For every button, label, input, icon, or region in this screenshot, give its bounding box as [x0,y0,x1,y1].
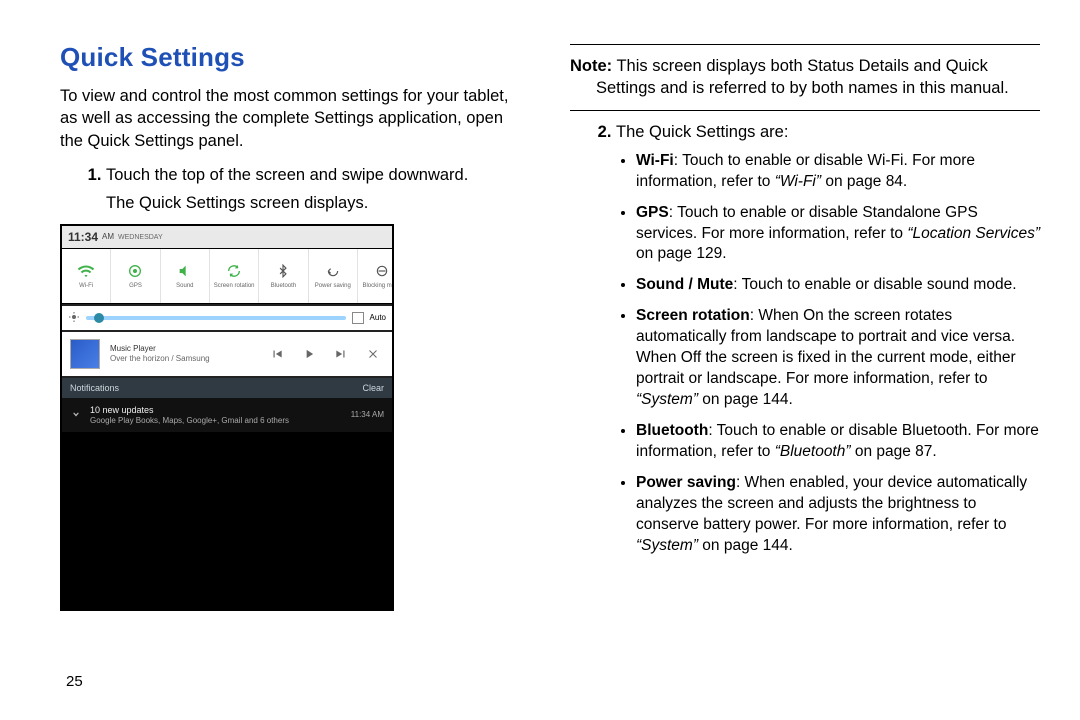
tile-blocking[interactable]: Blocking mode [358,249,394,303]
gps-icon [126,262,144,280]
bt-tail: on page 87. [851,443,937,460]
wifi-tail: on page 84. [821,173,907,190]
tile-wifi[interactable]: Wi-Fi [62,249,111,303]
tile-label: Sound [176,282,193,290]
notifications-label: Notifications [70,382,119,394]
tile-rotation[interactable]: Screen rotation [210,249,259,303]
bullet-sound: Sound / Mute: Touch to enable or disable… [636,275,1040,296]
bt-link: “Bluetooth” [775,443,851,460]
album-art [70,339,100,369]
status-bar: 11:34 AM WEDNESDAY [62,226,392,248]
tile-label: Bluetooth [271,282,296,290]
power-tail: on page 144. [698,537,793,554]
power-icon [324,262,342,280]
next-icon[interactable] [330,343,352,365]
notification-item[interactable]: 10 new updates Google Play Books, Maps, … [62,398,392,433]
bullet-power: Power saving: When enabled, your device … [636,473,1040,557]
step-list-2: The Quick Settings are: [570,121,1040,143]
clock-date: WEDNESDAY [118,234,163,241]
prev-icon[interactable] [266,343,288,365]
step-list: Touch the top of the screen and swipe do… [60,164,530,215]
note-bottom-rule [570,110,1040,111]
tile-label: Power saving [315,282,351,290]
rotation-tail: on page 144. [698,391,793,408]
bullet-bluetooth: Bluetooth: Touch to enable or disable Bl… [636,421,1040,463]
note-text: This screen displays both Status Details… [596,57,1009,97]
brightness-icon [68,311,80,327]
play-icon[interactable] [298,343,320,365]
section-heading: Quick Settings [60,40,530,75]
notification-time: 11:34 AM [351,410,384,421]
tile-power[interactable]: Power saving [309,249,358,303]
device-figure: 11:34 AM WEDNESDAY Wi-Fi [60,224,390,611]
tile-label: Blocking mode [362,282,394,290]
bluetooth-icon [274,262,292,280]
music-player-row: Music Player Over the horizon / Samsung [62,332,392,376]
note-label: Note: [570,57,612,75]
bullet-rotation: Screen rotation: When On the screen rota… [636,306,1040,411]
rotate-icon [225,262,243,280]
player-title: Music Player [110,344,256,355]
auto-checkbox[interactable] [352,312,364,324]
wifi-icon [77,262,95,280]
step-2: The Quick Settings are: [616,121,1040,143]
power-title: Power saving [636,474,736,491]
tile-label: Wi-Fi [79,282,93,290]
tile-sound[interactable]: Sound [161,249,210,303]
player-text: Music Player Over the horizon / Samsung [110,344,256,366]
tile-label: Screen rotation [214,282,255,290]
step-1: Touch the top of the screen and swipe do… [106,164,530,215]
notification-title: 10 new updates [90,404,343,416]
gps-title: GPS [636,204,669,221]
power-link: “System” [636,537,698,554]
device-frame: 11:34 AM WEDNESDAY Wi-Fi [60,224,394,611]
empty-area [62,432,392,609]
bt-title: Bluetooth [636,422,708,439]
blocking-icon [373,262,391,280]
bullet-gps: GPS: Touch to enable or disable Standalo… [636,203,1040,266]
note-top-rule [570,44,1040,45]
brightness-slider[interactable] [86,316,346,320]
player-sub: Over the horizon / Samsung [110,354,256,365]
gps-link: “Location Services” [907,225,1040,242]
download-icon [70,408,82,424]
rotation-link: “System” [636,391,698,408]
notification-sub: Google Play Books, Maps, Google+, Gmail … [90,416,289,425]
clock-time: 11:34 [68,229,98,245]
tile-gps[interactable]: GPS [111,249,160,303]
clock-ampm: AM [102,232,114,243]
auto-label: Auto [370,313,386,324]
sound-title: Sound / Mute [636,276,733,293]
tile-bluetooth[interactable]: Bluetooth [259,249,308,303]
step-1-text: Touch the top of the screen and swipe do… [106,166,468,184]
sound-body: : Touch to enable or disable sound mode. [733,276,1016,293]
intro-paragraph: To view and control the most common sett… [60,85,530,152]
wifi-link: “Wi-Fi” [775,173,821,190]
wifi-title: Wi-Fi [636,152,674,169]
brightness-row[interactable]: Auto [62,306,392,330]
close-icon[interactable] [362,343,384,365]
clear-button[interactable]: Clear [362,382,384,394]
sound-icon [176,262,194,280]
settings-bullets: Wi-Fi: Touch to enable or disable Wi-Fi.… [616,151,1040,557]
bullet-wifi: Wi-Fi: Touch to enable or disable Wi-Fi.… [636,151,1040,193]
step-2-lead: The Quick Settings are: [616,123,788,141]
right-column: Note: This screen displays both Status D… [570,40,1040,690]
quick-tiles-row: Wi-Fi GPS Sound [62,248,394,304]
notifications-header: Notifications Clear [62,378,392,398]
step-1-sub: The Quick Settings screen displays. [106,192,530,214]
page-number: 25 [66,673,83,690]
tile-label: GPS [129,282,142,290]
gps-tail: on page 129. [636,245,727,262]
rotation-title: Screen rotation [636,307,750,324]
manual-page: Quick Settings To view and control the m… [0,0,1080,720]
note-paragraph: Note: This screen displays both Status D… [596,55,1040,100]
left-column: Quick Settings To view and control the m… [60,40,530,690]
